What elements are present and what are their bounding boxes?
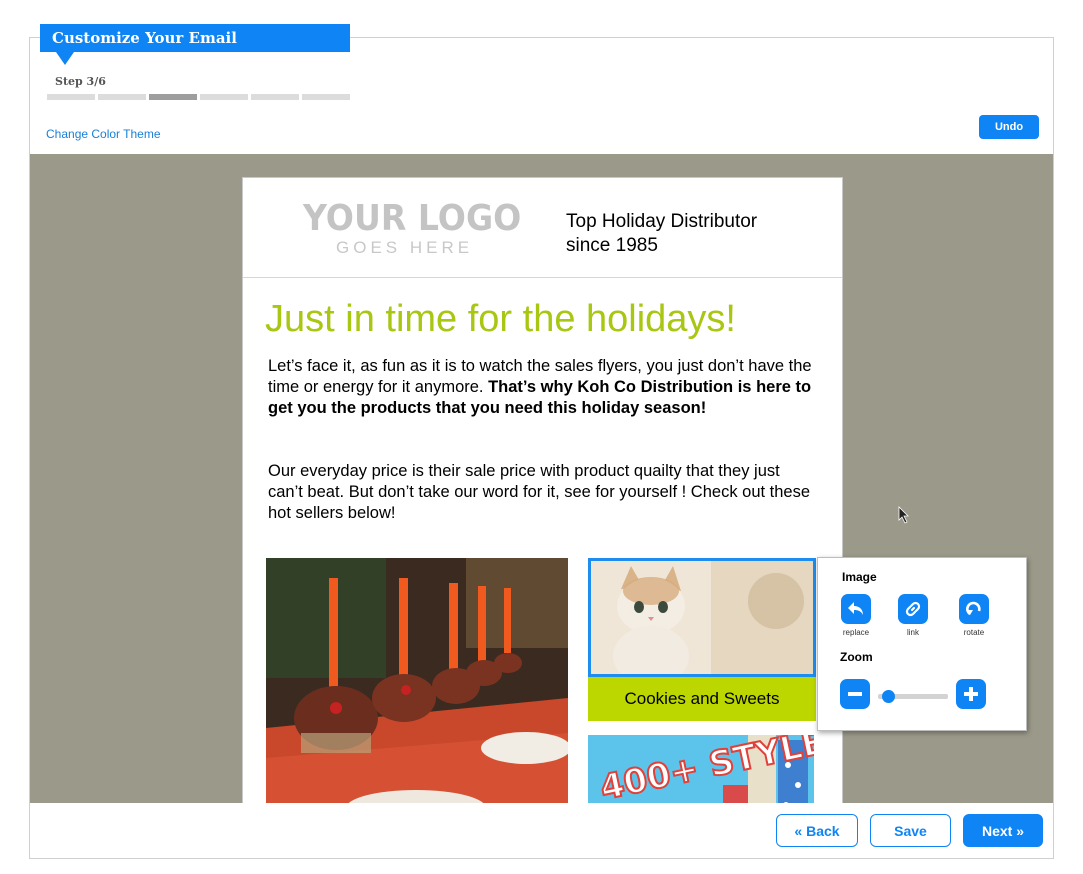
email-preview: YOUR LOGO GOES HERE Top Holiday Distribu…	[242, 177, 843, 803]
kitten-image[interactable]	[588, 558, 816, 677]
image-panel-heading: Image	[842, 570, 877, 584]
logo-subtext: GOES HERE	[336, 238, 474, 257]
progress-segment	[251, 94, 299, 100]
link-tool[interactable]: link	[883, 594, 943, 637]
wizard-title: Customize Your Email	[40, 24, 350, 52]
intro-paragraph[interactable]: Let’s face it, as fun as it is to watch …	[268, 356, 813, 419]
price-paragraph[interactable]: Our everyday price is their sale price w…	[268, 461, 813, 524]
step-label: Step 3/6	[55, 75, 106, 88]
zoom-in-button[interactable]	[956, 679, 986, 709]
email-headline[interactable]: Just in time for the holidays!	[265, 298, 736, 341]
image-tools-panel: Image replace link rotate Zoom	[817, 557, 1027, 731]
logo-placeholder[interactable]: YOUR LOGO	[303, 198, 521, 239]
kitten-illustration	[591, 561, 813, 674]
change-color-theme-link[interactable]: Change Color Theme	[46, 127, 161, 141]
minus-icon	[848, 692, 862, 696]
zoom-slider-handle[interactable]	[882, 690, 895, 703]
zoom-heading: Zoom	[840, 650, 873, 664]
progress-segment-current	[149, 94, 197, 100]
styles-promo-image[interactable]: 400+ STYLES!	[588, 735, 814, 803]
progress-segment	[98, 94, 146, 100]
title-pointer	[56, 52, 74, 65]
back-button[interactable]: « Back	[776, 814, 858, 847]
progress-segment	[302, 94, 350, 100]
replace-icon[interactable]	[841, 594, 871, 624]
step-progress-bar	[47, 94, 350, 100]
email-header: YOUR LOGO GOES HERE Top Holiday Distribu…	[243, 178, 842, 278]
holiday-table-image[interactable]	[266, 558, 568, 803]
replace-label: replace	[842, 628, 870, 637]
undo-button[interactable]: Undo	[979, 115, 1039, 139]
progress-segment	[47, 94, 95, 100]
header-tagline[interactable]: Top Holiday Distributor since 1985	[566, 210, 796, 258]
link-icon[interactable]	[898, 594, 928, 624]
mouse-pointer-icon	[898, 506, 910, 529]
replace-tool[interactable]: replace	[826, 594, 886, 637]
next-button[interactable]: Next »	[963, 814, 1043, 847]
product-caption[interactable]: Cookies and Sweets	[588, 677, 816, 721]
plus-icon	[964, 687, 978, 701]
save-button[interactable]: Save	[870, 814, 951, 847]
rotate-label: rotate	[963, 628, 985, 637]
link-label: link	[906, 628, 919, 637]
holiday-table-illustration	[266, 558, 568, 803]
rotate-tool[interactable]: rotate	[944, 594, 1004, 637]
progress-segment	[200, 94, 248, 100]
styles-promo-illustration: 400+ STYLES!	[588, 735, 814, 803]
zoom-out-button[interactable]	[840, 679, 870, 709]
rotate-icon[interactable]	[959, 594, 989, 624]
